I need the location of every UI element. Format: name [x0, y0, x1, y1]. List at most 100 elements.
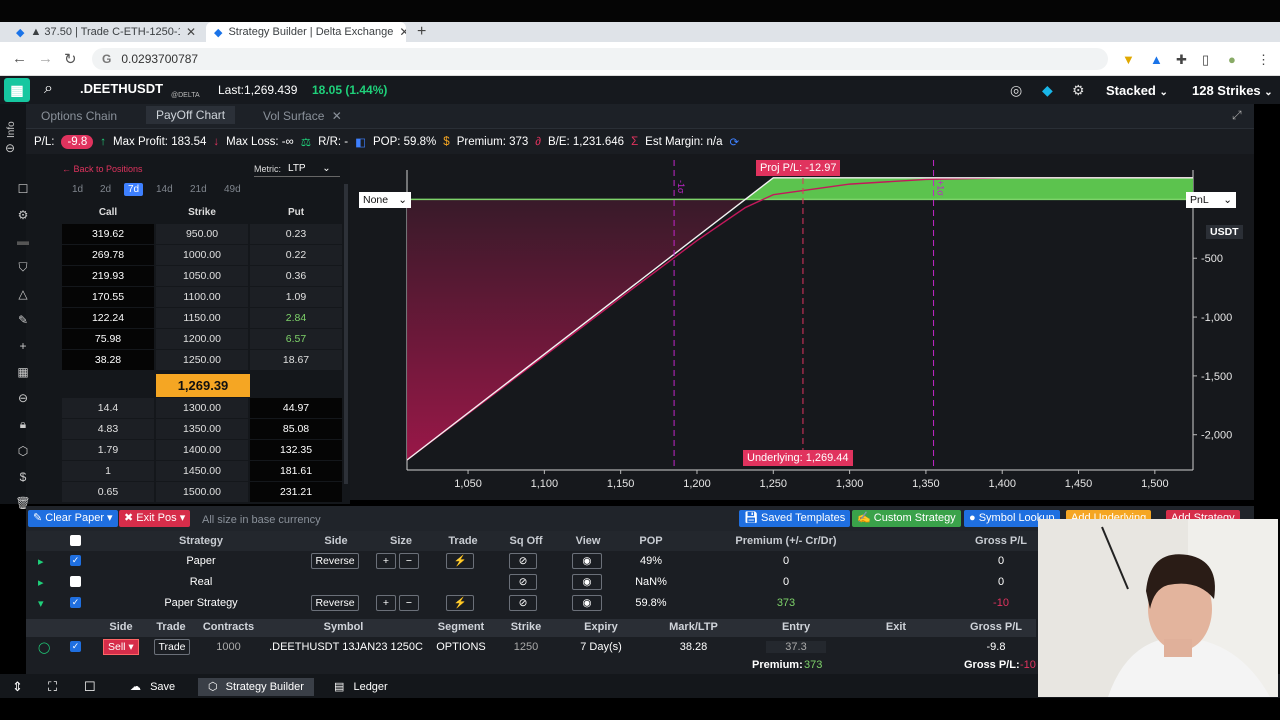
app-logo-icon[interactable]: ▦: [4, 78, 30, 102]
put-ltp[interactable]: 0.23: [250, 224, 342, 244]
right-metric-select[interactable]: PnL ⌄: [1186, 192, 1236, 208]
close-icon[interactable]: ✕: [399, 25, 406, 39]
call-ltp[interactable]: 1: [62, 461, 154, 481]
metric-select[interactable]: LTP ⌄: [288, 163, 331, 174]
call-ltp[interactable]: 4.83: [62, 419, 154, 439]
expand-icon[interactable]: ⤢: [1232, 108, 1242, 123]
back-icon[interactable]: ←: [12, 50, 27, 67]
put-ltp[interactable]: 0.22: [250, 245, 342, 265]
exit-pos-button[interactable]: ✖ Exit Pos ▾: [119, 510, 191, 527]
url-field[interactable]: G 0.0293700787: [92, 48, 1108, 70]
chain-row[interactable]: 14.4 1300.00 44.97: [62, 398, 344, 418]
forward-icon[interactable]: →: [38, 50, 53, 67]
call-ltp[interactable]: 122.24: [62, 308, 154, 328]
reload-icon[interactable]: ↻: [64, 50, 77, 68]
square-off-icon[interactable]: ⊘: [509, 595, 537, 611]
checkbox-icon[interactable]: ☐: [18, 182, 29, 196]
size-plus-button[interactable]: +: [376, 595, 396, 611]
chain-row[interactable]: 38.28 1250.00 18.67: [62, 350, 344, 370]
info-icon[interactable]: ⊖: [5, 141, 15, 155]
tab-payoff-chart[interactable]: PayOff Chart: [146, 106, 236, 124]
grid-icon[interactable]: ▦: [17, 365, 28, 379]
eye-icon[interactable]: ◉: [572, 553, 602, 569]
symbol-name[interactable]: .DEETHUSDT: [80, 81, 163, 96]
tab-options-chain[interactable]: Options Chain: [41, 109, 117, 123]
filter-icon[interactable]: ⛉: [18, 260, 27, 275]
dollar-icon[interactable]: $: [20, 470, 27, 484]
day-1d[interactable]: 1d: [72, 184, 83, 195]
avatar[interactable]: ●: [1228, 52, 1236, 67]
eye-icon[interactable]: ◉: [572, 574, 602, 590]
chain-row[interactable]: 1 1450.00 181.61: [62, 461, 344, 481]
put-ltp[interactable]: 44.97: [250, 398, 342, 418]
gear-icon[interactable]: ⚙: [18, 208, 29, 222]
position-entry[interactable]: 37.3: [766, 641, 826, 653]
extension-icon[interactable]: ▼: [1122, 52, 1135, 67]
reverse-button[interactable]: Reverse: [311, 553, 359, 569]
square-icon[interactable]: ☐: [84, 678, 96, 696]
ledger-button[interactable]: ▤ Ledger: [334, 678, 388, 696]
refresh-icon[interactable]: ⟳: [730, 135, 740, 149]
put-ltp[interactable]: 0.36: [250, 266, 342, 286]
call-ltp[interactable]: 38.28: [62, 350, 154, 370]
lock-icon[interactable]: 🔒︎: [20, 417, 26, 432]
day-14d[interactable]: 14d: [156, 184, 173, 195]
eye-icon[interactable]: ◉: [572, 595, 602, 611]
call-ltp[interactable]: 14.4: [62, 398, 154, 418]
gear-icon[interactable]: ⚙: [1072, 82, 1085, 99]
square-off-icon[interactable]: ⊘: [509, 574, 537, 590]
strategy-builder-button[interactable]: ⬡ Strategy Builder: [198, 678, 314, 696]
clear-paper-button[interactable]: ✎ Clear Paper ▾: [28, 510, 118, 527]
call-ltp[interactable]: 269.78: [62, 245, 154, 265]
view-mode-select[interactable]: Stacked ⌄: [1106, 83, 1168, 98]
save-button[interactable]: ☁ Save: [130, 678, 175, 696]
expand-caret-icon[interactable]: ▸: [38, 576, 44, 589]
trade-bolt-icon[interactable]: ⚡: [446, 595, 474, 611]
menu-icon[interactable]: ⋮: [1257, 52, 1270, 68]
chain-row[interactable]: 269.78 1000.00 0.22: [62, 245, 344, 265]
new-tab-icon[interactable]: +: [417, 23, 426, 41]
zoom-out-icon[interactable]: ⊖: [18, 391, 28, 405]
strikes-select[interactable]: 128 Strikes ⌄: [1192, 83, 1273, 98]
instagram-icon[interactable]: ◎: [1010, 82, 1022, 99]
trade-bolt-icon[interactable]: ⚡: [446, 553, 474, 569]
back-to-positions-link[interactable]: ← Back to Positions: [62, 164, 143, 174]
chain-row[interactable]: 0.65 1500.00 231.21: [62, 482, 344, 502]
put-ltp[interactable]: 18.67: [250, 350, 342, 370]
put-ltp[interactable]: 181.61: [250, 461, 342, 481]
call-ltp[interactable]: 170.55: [62, 287, 154, 307]
chain-row[interactable]: 122.24 1150.00 2.84: [62, 308, 344, 328]
square-icon[interactable]: ▬: [17, 234, 29, 248]
call-ltp[interactable]: 0.65: [62, 482, 154, 502]
resize-icon[interactable]: ⇕: [12, 678, 23, 696]
close-icon[interactable]: ✕: [186, 25, 196, 39]
size-minus-button[interactable]: −: [399, 553, 419, 569]
chain-row[interactable]: 4.83 1350.00 85.08: [62, 419, 344, 439]
call-ltp[interactable]: 1.79: [62, 440, 154, 460]
position-side-select[interactable]: Sell ▾: [103, 639, 139, 655]
day-7d[interactable]: 7d: [124, 183, 144, 196]
chain-row[interactable]: 75.98 1200.00 6.57: [62, 329, 344, 349]
put-ltp[interactable]: 2.84: [250, 308, 342, 328]
put-ltp[interactable]: 1.09: [250, 287, 342, 307]
put-ltp[interactable]: 231.21: [250, 482, 342, 502]
delta-icon[interactable]: ◆: [1042, 82, 1053, 99]
plus-icon[interactable]: +: [19, 339, 26, 353]
day-2d[interactable]: 2d: [100, 184, 111, 195]
expand-caret-icon[interactable]: ▾: [38, 597, 44, 610]
put-ltp[interactable]: 6.57: [250, 329, 342, 349]
scrollbar[interactable]: [344, 184, 348, 484]
size-minus-button[interactable]: −: [399, 595, 419, 611]
custom-strategy-button[interactable]: ✍ Custom Strategy: [852, 510, 961, 527]
strategy-checkbox[interactable]: [70, 576, 81, 587]
strategy-checkbox[interactable]: ✓: [70, 555, 81, 566]
position-contracts[interactable]: 1000: [201, 641, 256, 653]
info-label[interactable]: Info: [6, 121, 17, 138]
square-off-icon[interactable]: ⊘: [509, 553, 537, 569]
expand-caret-icon[interactable]: ▸: [38, 555, 44, 568]
payoff-chart[interactable]: -1σ +1σ 1,050 1,100 1,150 1,200 1,250 1,300 1,35…: [350, 154, 1254, 500]
left-overlay-select[interactable]: None ⌄: [359, 192, 411, 208]
reverse-button[interactable]: Reverse: [311, 595, 359, 611]
browser-tab-strategy-builder[interactable]: ◆ Strategy Builder | Delta Exchange ✕: [206, 22, 406, 42]
chain-row[interactable]: 219.93 1050.00 0.36: [62, 266, 344, 286]
